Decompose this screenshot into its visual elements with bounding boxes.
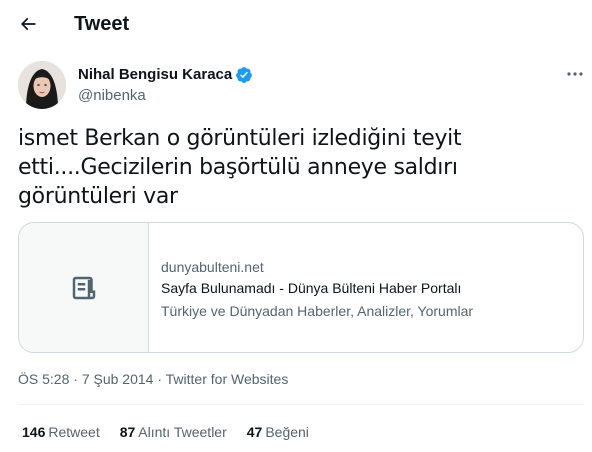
retweet-count[interactable]: 146 Retweet bbox=[22, 423, 100, 441]
card-body: dunyabulteni.net Sayfa Bulunamadı - Düny… bbox=[149, 223, 583, 352]
card-media bbox=[19, 223, 149, 352]
tweet-header: Tweet bbox=[0, 0, 592, 48]
back-button[interactable] bbox=[12, 8, 44, 40]
stat-label: Beğeni bbox=[265, 424, 309, 440]
tweet-metadata: ÖS 5:28 · 7 Şub 2014 · Twitter for Websi… bbox=[18, 370, 288, 388]
document-icon bbox=[72, 276, 95, 299]
avatar[interactable] bbox=[18, 61, 66, 109]
page-title: Tweet bbox=[74, 13, 130, 35]
stat-label: Retweet bbox=[48, 424, 100, 440]
tweet-stats: 146 Retweet 87 Alıntı Tweetler 47 Beğeni bbox=[22, 423, 329, 441]
link-preview-card[interactable]: dunyabulteni.net Sayfa Bulunamadı - Düny… bbox=[18, 222, 584, 353]
author-handle[interactable]: @nibenka bbox=[78, 86, 146, 106]
arrow-left-icon bbox=[20, 17, 36, 31]
tweet-source-link[interactable]: Twitter for Websites bbox=[166, 371, 289, 387]
like-count[interactable]: 47 Beğeni bbox=[247, 423, 309, 441]
card-title: Sayfa Bulunamadı - Dünya Bülteni Haber P… bbox=[161, 280, 462, 296]
author-name[interactable]: Nihal Bengisu Karaca bbox=[78, 65, 232, 85]
more-horizontal-icon bbox=[567, 72, 583, 76]
more-options-button[interactable] bbox=[562, 64, 588, 84]
divider bbox=[18, 404, 584, 405]
stat-label: Alıntı Tweetler bbox=[138, 424, 227, 440]
avatar-image bbox=[18, 61, 66, 109]
meta-separator: · bbox=[153, 371, 166, 387]
tweet-time[interactable]: ÖS 5:28 bbox=[18, 371, 69, 387]
card-description: Türkiye ve Dünyadan Haberler, Analizler,… bbox=[161, 303, 474, 319]
quote-tweet-count[interactable]: 87 Alıntı Tweetler bbox=[120, 423, 227, 441]
stat-count: 47 bbox=[246, 424, 263, 440]
author-name-row: Nihal Bengisu Karaca bbox=[78, 65, 253, 85]
stat-count: 87 bbox=[119, 424, 136, 440]
meta-separator: · bbox=[69, 371, 82, 387]
verified-badge-icon bbox=[236, 67, 253, 83]
stat-count: 146 bbox=[22, 424, 46, 440]
tweet-text: ismet Berkan o görüntüleri izlediğini te… bbox=[18, 126, 462, 209]
tweet-date[interactable]: 7 Şub 2014 bbox=[82, 371, 154, 387]
card-domain: dunyabulteni.net bbox=[161, 259, 264, 275]
